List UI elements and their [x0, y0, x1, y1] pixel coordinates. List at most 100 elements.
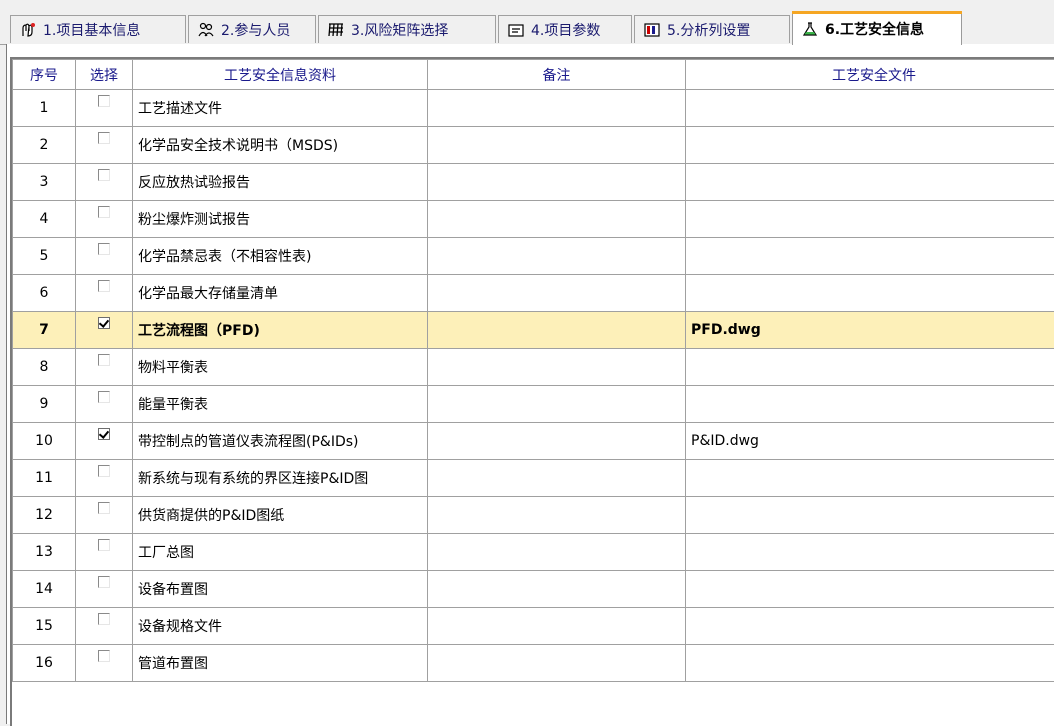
file-cell[interactable] [686, 164, 1054, 201]
row-select-cell[interactable] [76, 608, 133, 645]
info-cell[interactable]: 能量平衡表 [133, 386, 428, 423]
info-cell[interactable]: 反应放热试验报告 [133, 164, 428, 201]
row-select-cell[interactable] [76, 275, 133, 312]
file-cell[interactable]: PFD.dwg [686, 312, 1054, 349]
file-cell[interactable] [686, 349, 1054, 386]
table-row[interactable]: 5化学品禁忌表（不相容性表) [13, 238, 1054, 275]
info-cell[interactable]: 粉尘爆炸测试报告 [133, 201, 428, 238]
table-row[interactable]: 15设备规格文件 [13, 608, 1054, 645]
tab-analysis-columns[interactable]: 5.分析列设置 [634, 15, 790, 43]
table-row[interactable]: 4粉尘爆炸测试报告 [13, 201, 1054, 238]
header-select[interactable]: 选择 [76, 60, 133, 90]
row-select-cell[interactable] [76, 534, 133, 571]
table-row[interactable]: 12供货商提供的P&ID图纸 [13, 497, 1054, 534]
file-cell[interactable] [686, 275, 1054, 312]
row-select-cell[interactable] [76, 238, 133, 275]
tab-project-params[interactable]: 4.项目参数 [498, 15, 632, 43]
header-no[interactable]: 序号 [13, 60, 76, 90]
table-row[interactable]: 16管道布置图 [13, 645, 1054, 682]
select-checkbox[interactable] [98, 502, 110, 514]
row-select-cell[interactable] [76, 90, 133, 127]
note-cell[interactable] [428, 275, 686, 312]
select-checkbox[interactable] [98, 132, 110, 144]
table-row[interactable]: 3反应放热试验报告 [13, 164, 1054, 201]
file-cell[interactable] [686, 201, 1054, 238]
note-cell[interactable] [428, 534, 686, 571]
note-cell[interactable] [428, 238, 686, 275]
select-checkbox[interactable] [98, 576, 110, 588]
row-select-cell[interactable] [76, 386, 133, 423]
file-cell[interactable] [686, 238, 1054, 275]
note-cell[interactable] [428, 349, 686, 386]
row-select-cell[interactable] [76, 312, 133, 349]
row-select-cell[interactable] [76, 349, 133, 386]
tab-risk-matrix[interactable]: 3.风险矩阵选择 [318, 15, 496, 43]
table-row[interactable]: 10带控制点的管道仪表流程图(P&IDs)P&ID.dwg [13, 423, 1054, 460]
header-note[interactable]: 备注 [428, 60, 686, 90]
select-checkbox[interactable] [98, 613, 110, 625]
file-cell[interactable] [686, 90, 1054, 127]
info-cell[interactable]: 工艺流程图（PFD) [133, 312, 428, 349]
table-row[interactable]: 11新系统与现有系统的界区连接P&ID图 [13, 460, 1054, 497]
note-cell[interactable] [428, 571, 686, 608]
row-select-cell[interactable] [76, 201, 133, 238]
table-row[interactable]: 7工艺流程图（PFD)PFD.dwg [13, 312, 1054, 349]
file-cell[interactable]: P&ID.dwg [686, 423, 1054, 460]
table-row[interactable]: 1工艺描述文件 [13, 90, 1054, 127]
tab-project-info[interactable]: 1.项目基本信息 [10, 15, 186, 43]
file-cell[interactable] [686, 460, 1054, 497]
note-cell[interactable] [428, 201, 686, 238]
info-cell[interactable]: 工艺描述文件 [133, 90, 428, 127]
note-cell[interactable] [428, 645, 686, 682]
note-cell[interactable] [428, 423, 686, 460]
info-cell[interactable]: 工厂总图 [133, 534, 428, 571]
select-checkbox[interactable] [98, 428, 110, 440]
note-cell[interactable] [428, 386, 686, 423]
select-checkbox[interactable] [98, 650, 110, 662]
note-cell[interactable] [428, 164, 686, 201]
info-cell[interactable]: 化学品最大存储量清单 [133, 275, 428, 312]
note-cell[interactable] [428, 127, 686, 164]
row-select-cell[interactable] [76, 497, 133, 534]
note-cell[interactable] [428, 497, 686, 534]
table-row[interactable]: 14设备布置图 [13, 571, 1054, 608]
header-info[interactable]: 工艺安全信息资料 [133, 60, 428, 90]
info-cell[interactable]: 管道布置图 [133, 645, 428, 682]
select-checkbox[interactable] [98, 243, 110, 255]
note-cell[interactable] [428, 460, 686, 497]
table-row[interactable]: 13工厂总图 [13, 534, 1054, 571]
note-cell[interactable] [428, 608, 686, 645]
row-select-cell[interactable] [76, 164, 133, 201]
select-checkbox[interactable] [98, 354, 110, 366]
select-checkbox[interactable] [98, 465, 110, 477]
row-select-cell[interactable] [76, 423, 133, 460]
file-cell[interactable] [686, 608, 1054, 645]
info-cell[interactable]: 新系统与现有系统的界区连接P&ID图 [133, 460, 428, 497]
table-row[interactable]: 2化学品安全技术说明书（MSDS) [13, 127, 1054, 164]
info-cell[interactable]: 设备布置图 [133, 571, 428, 608]
info-cell[interactable]: 化学品禁忌表（不相容性表) [133, 238, 428, 275]
file-cell[interactable] [686, 127, 1054, 164]
note-cell[interactable] [428, 312, 686, 349]
header-file[interactable]: 工艺安全文件 [686, 60, 1054, 90]
select-checkbox[interactable] [98, 317, 110, 329]
info-cell[interactable]: 设备规格文件 [133, 608, 428, 645]
row-select-cell[interactable] [76, 460, 133, 497]
tab-participants[interactable]: 2.参与人员 [188, 15, 316, 43]
file-cell[interactable] [686, 534, 1054, 571]
tab-process-safety-info[interactable]: 6.工艺安全信息 [792, 11, 962, 45]
row-select-cell[interactable] [76, 127, 133, 164]
select-checkbox[interactable] [98, 391, 110, 403]
info-cell[interactable]: 化学品安全技术说明书（MSDS) [133, 127, 428, 164]
file-cell[interactable] [686, 497, 1054, 534]
info-cell[interactable]: 带控制点的管道仪表流程图(P&IDs) [133, 423, 428, 460]
select-checkbox[interactable] [98, 95, 110, 107]
row-select-cell[interactable] [76, 645, 133, 682]
info-cell[interactable]: 物料平衡表 [133, 349, 428, 386]
row-select-cell[interactable] [76, 571, 133, 608]
select-checkbox[interactable] [98, 206, 110, 218]
table-row[interactable]: 6化学品最大存储量清单 [13, 275, 1054, 312]
file-cell[interactable] [686, 386, 1054, 423]
select-checkbox[interactable] [98, 169, 110, 181]
file-cell[interactable] [686, 571, 1054, 608]
